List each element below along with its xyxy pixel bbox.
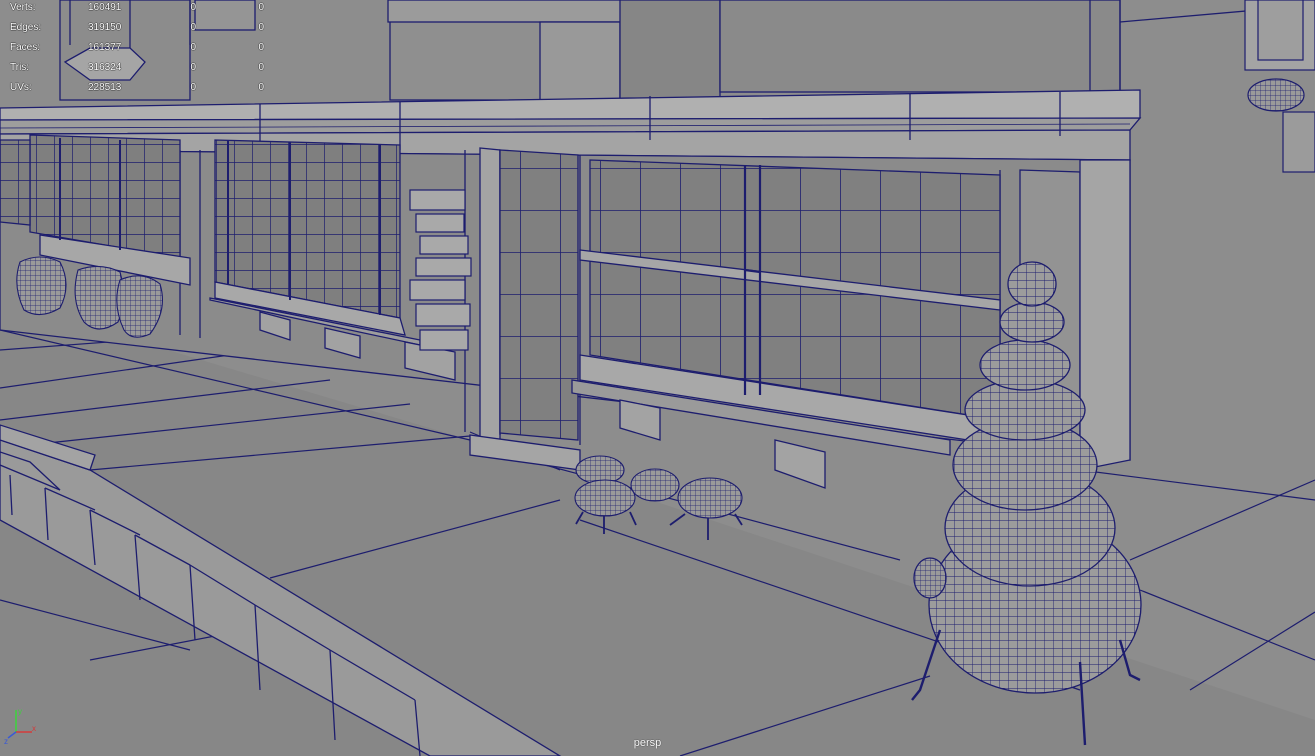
axis-x-label: x <box>32 724 36 733</box>
axis-y-label: y <box>18 707 22 716</box>
camera-name-label: persp <box>633 737 662 749</box>
brick-pilaster <box>409 189 472 351</box>
maya-viewport-persp[interactable]: Verts: 160491 0 0 Edges: 319150 0 0 Face… <box>0 0 1315 756</box>
wireframe-scene[interactable] <box>0 0 1315 756</box>
